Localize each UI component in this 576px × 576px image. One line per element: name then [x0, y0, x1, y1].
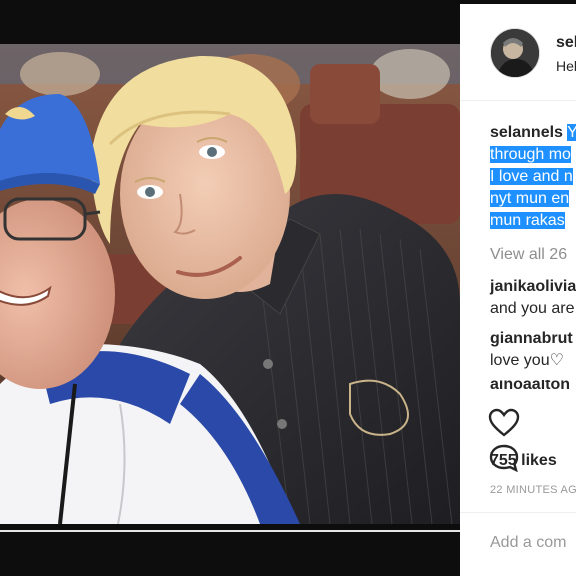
add-comment-input[interactable]	[490, 534, 576, 552]
caption-line: through mo	[490, 146, 571, 163]
comment-item: giannabrut love you♡	[490, 328, 573, 372]
divider	[460, 512, 576, 513]
like-count[interactable]: 755 likes	[490, 452, 557, 470]
comment-text: and you are	[490, 300, 575, 317]
post-timestamp: 22 MINUTES AG	[490, 484, 576, 496]
comment-username[interactable]: giannabrut	[490, 328, 573, 350]
caption-line: mun rakas	[490, 212, 565, 229]
comment-item: janikaolivia and you are	[490, 276, 576, 320]
post-photo[interactable]	[0, 44, 460, 524]
comment-username[interactable]: ainoaalton	[490, 380, 570, 394]
caption-author[interactable]: selannels	[490, 124, 563, 141]
comment-text: love you♡	[490, 352, 564, 369]
comment-item: ainoaalton	[490, 380, 570, 394]
post-location[interactable]: Hel	[556, 58, 576, 74]
caption-line: I love and n	[490, 168, 573, 185]
post-username[interactable]: sel	[556, 34, 576, 52]
caption-highlight: Y	[567, 124, 576, 141]
post-header: sel Hel	[460, 4, 576, 101]
avatar-image	[491, 29, 539, 77]
divider	[0, 530, 460, 532]
caption-line: nyt mun en	[490, 190, 570, 207]
avatar[interactable]	[490, 28, 540, 78]
photo-illustration	[0, 44, 460, 524]
post-side-panel: sel Hel selannels Y through mo I love an…	[460, 4, 576, 576]
heart-icon[interactable]	[488, 408, 520, 443]
comment-username[interactable]: janikaolivia	[490, 276, 576, 298]
view-all-comments-link[interactable]: View all 26	[490, 246, 567, 264]
post-caption: selannels Y through mo I love and n nyt …	[490, 122, 576, 232]
